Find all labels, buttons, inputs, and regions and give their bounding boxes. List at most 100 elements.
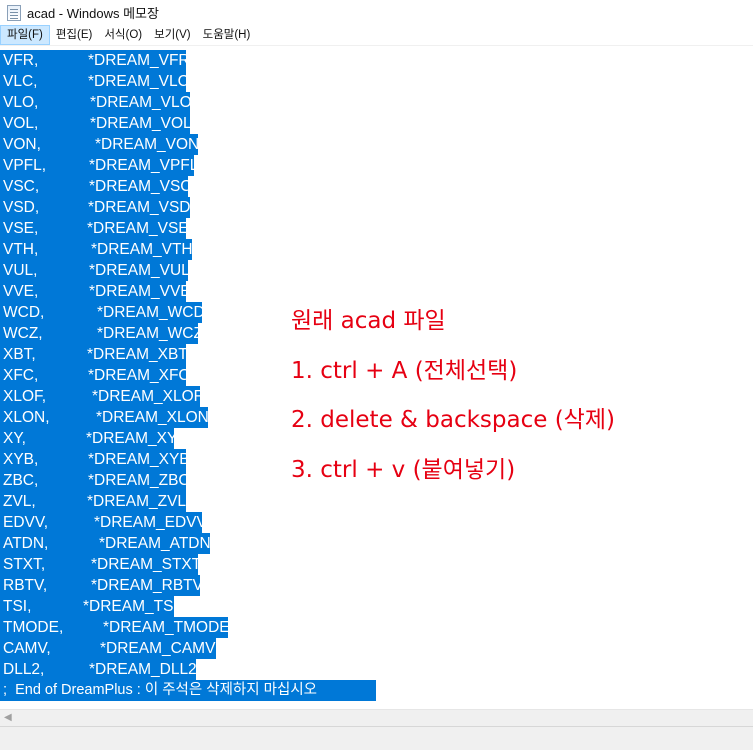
command-text: *DREAM_VFR [88, 52, 190, 69]
command-text: *DREAM_ZVL [87, 493, 187, 510]
annotation-overlay: 원래 acad 파일 1. ctrl + A (전체선택) 2. delete … [291, 303, 615, 501]
command-text: *DREAM_XYB [88, 451, 190, 468]
alias-text: VTH, [3, 241, 39, 258]
selected-text: ATDN, *DREAM_ATDN [0, 533, 211, 554]
selected-text: ZVL, *DREAM_ZVL [0, 491, 186, 512]
selected-text: WCD, *DREAM_WCD [0, 302, 205, 323]
command-text: *DREAM_XLON [96, 409, 209, 426]
alias-text: VSC, [3, 178, 40, 195]
command-text: *DREAM_VVE [89, 283, 191, 300]
alias-text: EDVV, [3, 514, 49, 531]
alias-text: XLOF, [3, 388, 47, 405]
alias-text: VLO, [3, 94, 39, 111]
selected-text: XLOF, *DREAM_XLOF [0, 386, 204, 407]
alias-text: ZBC, [3, 472, 39, 489]
text-line: VSD, *DREAM_VSD [0, 197, 191, 218]
scroll-left-arrow-icon[interactable]: ◀ [4, 713, 14, 723]
command-text: *DREAM_VON [95, 136, 200, 153]
command-text: *DREAM_TSI [83, 598, 178, 615]
selected-text: WCZ, *DREAM_WCZ [0, 323, 203, 344]
command-text: *DREAM_VPFL [89, 157, 199, 174]
command-text: *DREAM_XLOF [92, 388, 204, 405]
text-line: TMODE, *DREAM_TMODE [0, 617, 230, 638]
alias-text: VVE, [3, 283, 39, 300]
alias-text: XLON, [3, 409, 50, 426]
text-line: XFC, *DREAM_XFC [0, 365, 190, 386]
horizontal-scrollbar[interactable]: ◀ [0, 709, 753, 726]
command-text: *DREAM_VUL [89, 262, 190, 279]
alias-text: ATDN, [3, 535, 49, 552]
menu-view[interactable]: 보기(V) [148, 25, 197, 45]
text-line: VTH, *DREAM_VTH [0, 239, 193, 260]
text-line: XY, *DREAM_XY [0, 428, 178, 449]
command-text: *DREAM_VOL [90, 115, 192, 132]
alias-text: XBT, [3, 346, 36, 363]
text-line: VVE, *DREAM_VVE [0, 281, 191, 302]
selected-text: VPFL, *DREAM_VPFL [0, 155, 198, 176]
menu-edit[interactable]: 편집(E) [50, 25, 99, 45]
selected-text: TMODE, *DREAM_TMODE [0, 617, 230, 638]
selected-text: VFR, *DREAM_VFR [0, 50, 190, 71]
annotation-line: 원래 acad 파일 [291, 308, 446, 334]
selected-text: VLO, *DREAM_VLO [0, 92, 192, 113]
text-line: ZBC, *DREAM_ZBC [0, 470, 190, 491]
text-line: XBT, *DREAM_XBT [0, 344, 188, 365]
menu-help[interactable]: 도움말(H) [197, 25, 257, 45]
selected-text: VON, *DREAM_VON [0, 134, 200, 155]
menu-file[interactable]: 파일(F) [0, 25, 50, 45]
text-line: VFR, *DREAM_VFR [0, 50, 190, 71]
text-line: EDVV, *DREAM_EDVV [0, 512, 207, 533]
command-text: *DREAM_WCZ [97, 325, 203, 342]
alias-text: WCZ, [3, 325, 43, 342]
annotation-line: 3. ctrl + v (붙여넣기) [291, 456, 516, 483]
alias-text: XFC, [3, 367, 39, 384]
text-line: XLOF, *DREAM_XLOF [0, 386, 204, 407]
annotation-line: 1. ctrl + A (전체선택) [291, 357, 518, 384]
selected-text: VVE, *DREAM_VVE [0, 281, 191, 302]
command-text: *DREAM_VSD [88, 199, 191, 216]
command-text: *DREAM_VLC [88, 73, 189, 90]
alias-text: STXT, [3, 556, 46, 573]
alias-text: RBTV, [3, 577, 48, 594]
command-text: *DREAM_TMODE [103, 619, 230, 636]
text-editor[interactable]: 원래 acad 파일 1. ctrl + A (전체선택) 2. delete … [0, 47, 753, 709]
command-text: *DREAM_XY [86, 430, 178, 447]
selected-text: XBT, *DREAM_XBT [0, 344, 188, 365]
text-line: VON, *DREAM_VON [0, 134, 200, 155]
command-text: *DREAM_STXT [91, 556, 202, 573]
alias-text: WCD, [3, 304, 45, 321]
selected-text: DLL2, *DREAM_DLL2 [0, 659, 197, 680]
notepad-app-icon [7, 4, 21, 21]
menu-format[interactable]: 서식(O) [98, 25, 148, 45]
alias-text: VPFL, [3, 157, 47, 174]
selected-text: TSI, *DREAM_TSI [0, 596, 178, 617]
text-line: XLON, *DREAM_XLON [0, 407, 209, 428]
command-text: *DREAM_RBTV [91, 577, 203, 594]
text-line: STXT, *DREAM_STXT [0, 554, 202, 575]
command-text: *DREAM_ATDN [99, 535, 211, 552]
selected-text: VOL, *DREAM_VOL [0, 113, 192, 134]
command-text: *DREAM_CAMV [100, 640, 216, 657]
command-text: *DREAM_DLL2 [89, 661, 197, 678]
status-bar [0, 726, 753, 750]
selected-text: VSE, *DREAM_VSE [0, 218, 189, 239]
title-bar: acad - Windows 메모장 [0, 0, 753, 25]
text-line: TSI, *DREAM_TSI [0, 596, 178, 617]
alias-text: ZVL, [3, 493, 36, 510]
command-text: *DREAM_XFC [88, 367, 190, 384]
window-title: acad - Windows 메모장 [27, 6, 159, 21]
text-line: VUL, *DREAM_VUL [0, 260, 190, 281]
command-text: *DREAM_VSE [87, 220, 189, 237]
command-text: *DREAM_WCD [97, 304, 205, 321]
selected-text: STXT, *DREAM_STXT [0, 554, 202, 575]
selected-text: VSC, *DREAM_VSC [0, 176, 192, 197]
alias-text: XYB, [3, 451, 39, 468]
text-line: ATDN, *DREAM_ATDN [0, 533, 211, 554]
alias-text: VFR, [3, 52, 39, 69]
alias-text: TMODE, [3, 619, 64, 636]
command-text: *DREAM_VLO [90, 94, 192, 111]
text-line: VSC, *DREAM_VSC [0, 176, 192, 197]
alias-text: TSI, [3, 598, 32, 615]
text-line: VLC, *DREAM_VLC [0, 71, 189, 92]
selected-text: VLC, *DREAM_VLC [0, 71, 189, 92]
